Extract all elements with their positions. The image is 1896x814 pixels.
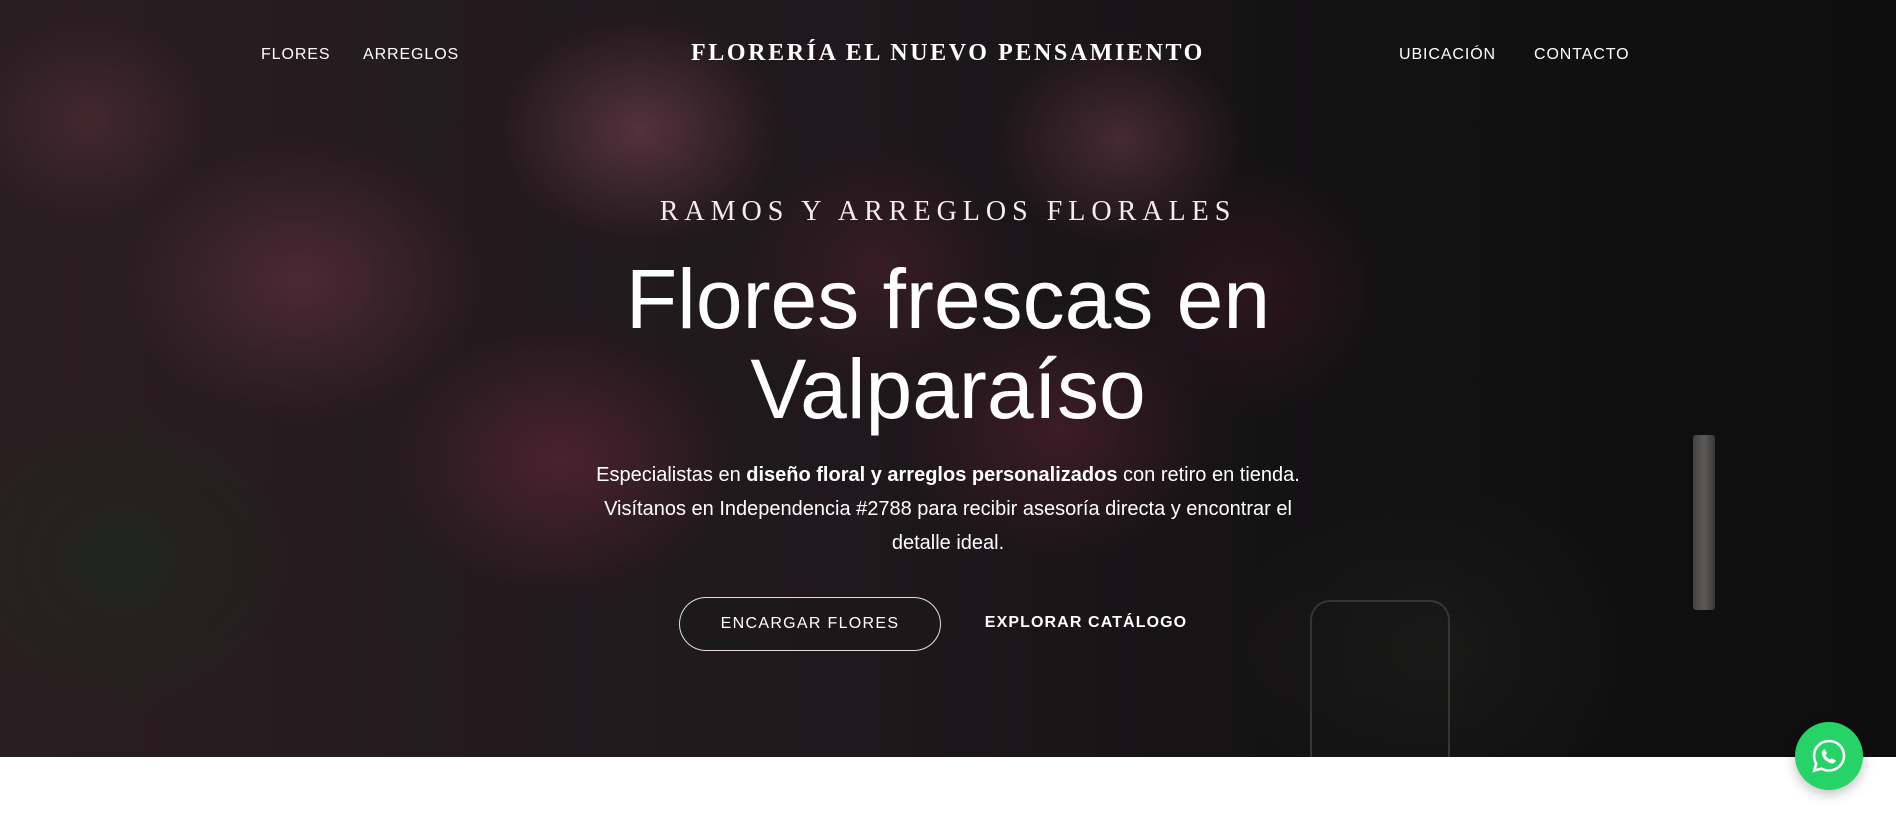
site-logo[interactable]: FLORERÍA EL NUEVO PENSAMIENTO bbox=[574, 40, 1322, 67]
order-flowers-button[interactable]: ENCARGAR FLORES bbox=[679, 597, 941, 651]
hero-eyebrow: RAMOS Y ARREGLOS FLORALES bbox=[659, 196, 1237, 227]
candle-decoration bbox=[1693, 435, 1715, 610]
whatsapp-button[interactable] bbox=[1795, 722, 1863, 790]
nav-link-ubicacion[interactable]: UBICACIÓN bbox=[1399, 46, 1496, 64]
hero-description-part1: Especialistas en bbox=[596, 464, 747, 486]
hero-headline-line1: Flores frescas en bbox=[625, 252, 1271, 346]
glass-decoration bbox=[1310, 600, 1450, 757]
hero-headline-line2: Valparaíso bbox=[750, 342, 1146, 436]
nav-link-flores[interactable]: FLORES bbox=[261, 46, 330, 64]
nav-link-contacto[interactable]: CONTACTO bbox=[1534, 46, 1630, 64]
hero-headline: Flores frescas en Valparaíso bbox=[548, 254, 1348, 434]
nav-link-arreglos[interactable]: ARREGLOS bbox=[363, 46, 459, 64]
whatsapp-icon bbox=[1812, 739, 1846, 773]
explore-catalog-button[interactable]: EXPLORAR CATÁLOGO bbox=[970, 597, 1202, 649]
hero-section: FLORES ARREGLOS FLORERÍA EL NUEVO PENSAM… bbox=[0, 0, 1896, 757]
hero-description: Especialistas en diseño floral y arreglo… bbox=[588, 458, 1308, 560]
hero-description-bold: diseño floral y arreglos personalizados bbox=[746, 464, 1118, 486]
